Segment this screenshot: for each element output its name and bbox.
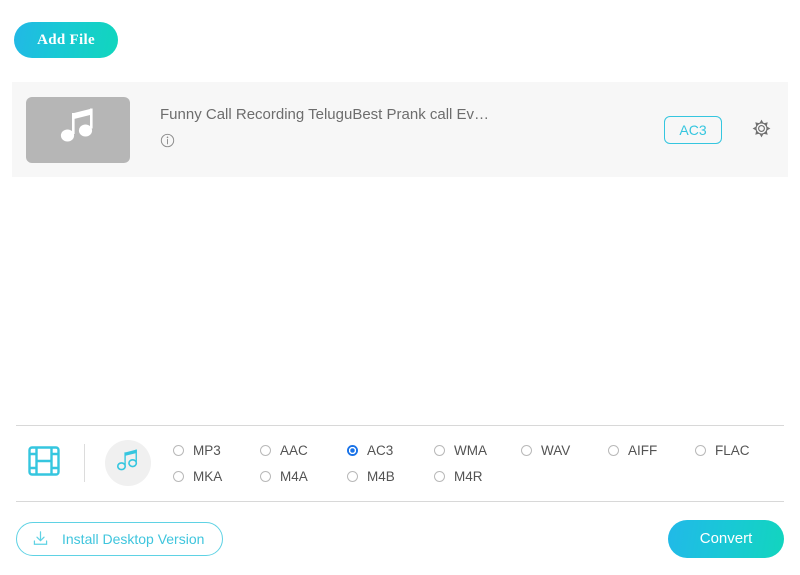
radio-mark [173,470,184,482]
gear-icon [751,118,772,142]
add-file-button[interactable]: Add File [14,22,118,58]
radio-mark [260,444,271,456]
radio-label: MP3 [193,442,221,458]
file-settings-button[interactable] [748,117,774,143]
radio-label: WMA [454,442,487,458]
radio-label: FLAC [715,442,750,458]
radio-option-m4a[interactable]: M4A [260,463,347,489]
file-format-button[interactable]: AC3 [664,115,722,144]
install-button-label: Install Desktop Version [62,530,205,547]
radio-option-m4r[interactable]: M4R [434,463,521,489]
music-note-icon [115,448,141,479]
radio-label: M4A [280,468,308,484]
radio-label: M4R [454,468,483,484]
radio-label: MKA [193,468,223,484]
file-list: Funny Call Recording TeluguBest Prank ca… [12,82,788,177]
radio-mark [347,470,358,482]
radio-label: WAV [541,442,571,458]
radio-label: AAC [280,442,308,458]
radio-mark [347,444,358,456]
radio-option-wav[interactable]: WAV [521,437,608,463]
tab-audio[interactable] [105,440,151,486]
radio-option-wma[interactable]: WMA [434,437,521,463]
radio-option-mka[interactable]: MKA [173,463,260,489]
radio-mark [434,470,445,482]
radio-label: M4B [367,468,395,484]
action-bar: Install Desktop Version Convert [0,502,800,575]
radio-option-flac[interactable]: FLAC [695,437,782,463]
install-desktop-version-button[interactable]: Install Desktop Version [16,521,224,556]
radio-mark [608,444,619,456]
radio-mark [260,470,271,482]
radio-option-aac[interactable]: AAC [260,437,347,463]
file-thumbnail [26,96,130,163]
tab-video[interactable] [22,441,66,485]
media-type-tabs [22,440,151,486]
format-selection-bar: MP3 AAC AC3 WMA WAV AIFF FLAC MKA M4A M4… [0,426,800,500]
file-info: Funny Call Recording TeluguBest Prank ca… [160,106,664,153]
radio-mark [173,444,184,456]
radio-mark [521,444,532,456]
music-note-icon [57,107,99,152]
radio-option-ac3[interactable]: AC3 [347,437,434,463]
info-icon[interactable] [160,133,175,153]
radio-label: AIFF [628,442,658,458]
radio-mark [695,444,706,456]
film-strip-icon [27,445,61,482]
download-icon [31,529,50,548]
file-title: Funny Call Recording TeluguBest Prank ca… [160,106,490,123]
file-row[interactable]: Funny Call Recording TeluguBest Prank ca… [12,82,788,177]
radio-label: AC3 [367,442,394,458]
convert-button[interactable]: Convert [668,519,784,558]
tab-separator [84,444,85,482]
radio-option-aiff[interactable]: AIFF [608,437,695,463]
radio-mark [434,444,445,456]
format-radio-group: MP3 AAC AC3 WMA WAV AIFF FLAC MKA M4A M4… [173,437,800,489]
radio-option-mp3[interactable]: MP3 [173,437,260,463]
top-toolbar: Add File [0,0,800,82]
radio-option-m4b[interactable]: M4B [347,463,434,489]
